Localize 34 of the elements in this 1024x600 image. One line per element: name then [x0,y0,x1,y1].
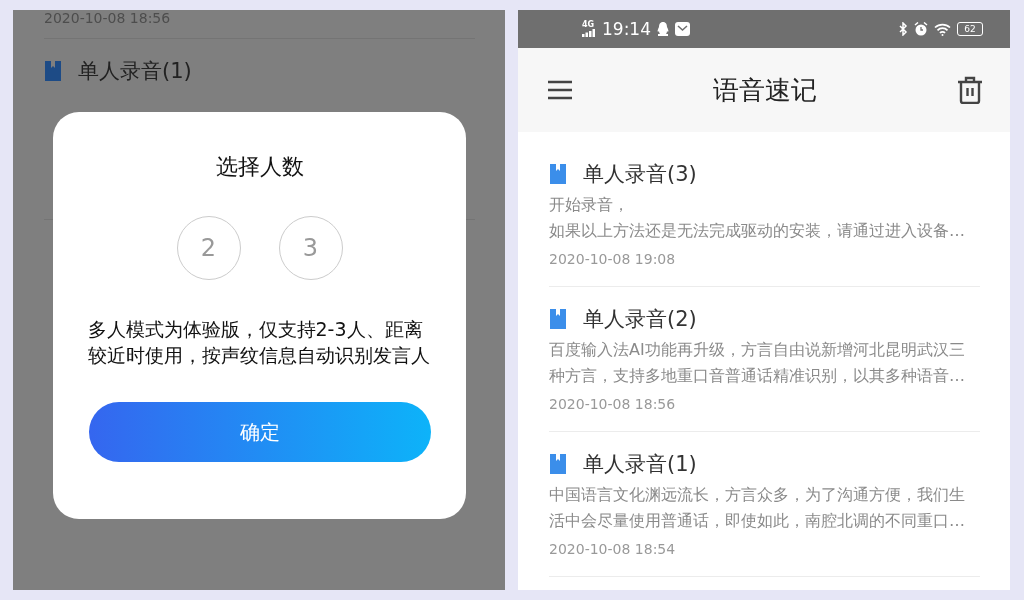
confirm-button[interactable]: 确定 [88,402,431,462]
note-date: 2020-10-08 18:56 [549,395,677,414]
note-preview-text: 开始录音， [549,194,630,216]
note-date: 2020-10-08 18:54 [549,540,677,559]
note-title: 单人录音(2) [583,306,697,333]
note-icon [44,60,62,82]
note-date: 2020-10-08 19:08 [549,250,677,269]
battery-level: 62 [957,22,983,36]
note-title: 单人录音(3) [583,161,697,188]
dialog-message: 多人模式为体验版，仅支持2-3人、距离较近时使用，按声纹信息自动识别发言人 [87,317,431,368]
menu-icon [548,80,572,100]
note-preview-text: 如果以上方法还是无法完成驱动的安装，请通过进入设备… [549,220,966,242]
dialog-title: 选择人数 [215,153,304,181]
count-option[interactable]: 3 [278,216,343,280]
menu-button[interactable] [548,80,572,100]
note-preview-text: 种方言，支持多地重口音普通话精准识别，以其多种语音… [549,365,966,387]
note-title: 单人录音(1) [78,58,192,85]
delete-button[interactable] [957,76,983,104]
penguin-icon [657,22,669,36]
note-preview-text: 活中会尽量使用普通话，即使如此，南腔北调的不同重口… [549,510,966,532]
alarm-icon [914,22,928,36]
note-icon [549,453,567,475]
trash-icon [957,76,983,104]
status-time: 19:14 [602,19,651,39]
app-title: 语音速记 [711,73,818,107]
count-option[interactable]: 2 [176,216,241,280]
note-title: 单人录音(1) [583,451,697,478]
note-icon [549,308,567,330]
message-icon [675,22,690,36]
bluetooth-icon [899,22,908,36]
note-preview-text: 中国语言文化渊远流长，方言众多，为了沟通方便，我们生 [549,484,966,506]
note-icon [549,163,567,185]
note-preview-text: 百度输入法AI功能再升级，方言自由说新增河北昆明武汉三 [549,339,966,361]
wifi-icon [934,22,951,36]
